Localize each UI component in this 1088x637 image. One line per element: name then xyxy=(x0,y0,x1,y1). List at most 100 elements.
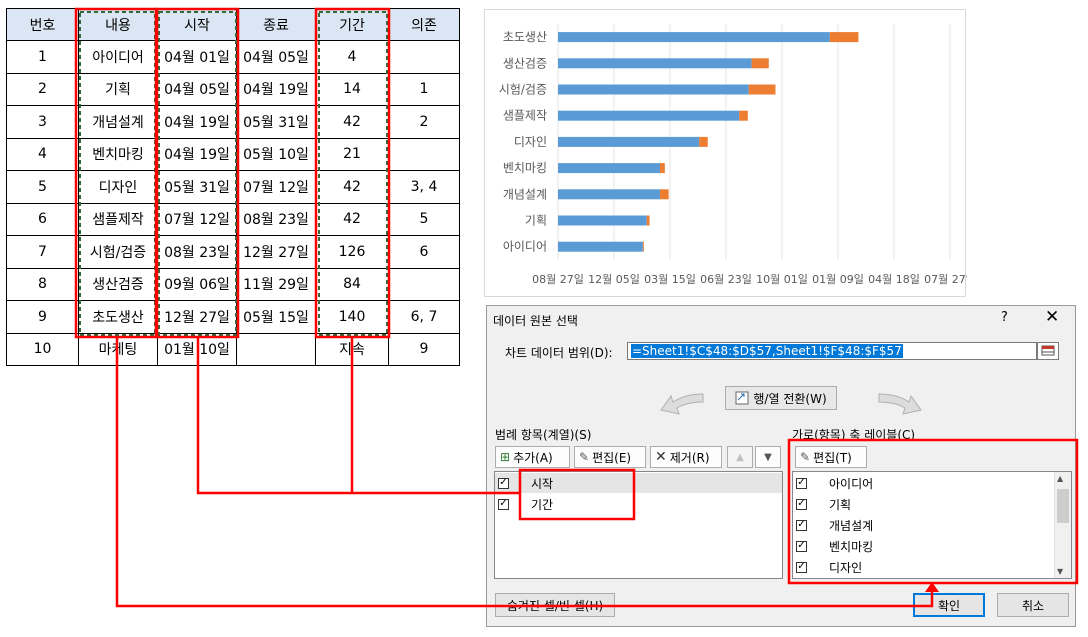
hidden-empty-cells-button[interactable]: 숨겨진 셀/빈 셀(H) xyxy=(495,593,615,617)
cancel-button[interactable]: 취소 xyxy=(997,593,1069,617)
remove-series-button[interactable]: ✕ 제거(R) xyxy=(650,446,722,468)
cell-duration[interactable]: 42 xyxy=(315,105,389,139)
cell-end[interactable]: 05월 15일 xyxy=(236,300,316,334)
bar-duration-segment[interactable] xyxy=(829,32,859,43)
cell-start[interactable]: 04월 05일 xyxy=(157,72,237,106)
cell-end[interactable]: 12월 27일 xyxy=(236,235,316,269)
legend-item[interactable]: ✓ 기간 xyxy=(495,494,782,514)
bar-start-segment[interactable] xyxy=(558,32,830,43)
cell-dependency[interactable]: 5 xyxy=(388,202,460,236)
bar-duration-segment[interactable] xyxy=(660,163,665,174)
cell-dependency[interactable]: 6, 7 xyxy=(388,300,460,334)
add-series-button[interactable]: ⊞ 추가(A) xyxy=(495,446,570,468)
cell-end[interactable]: 05월 10일 xyxy=(236,137,316,171)
cell-start[interactable]: 07월 12일 xyxy=(157,202,237,236)
range-picker-button[interactable] xyxy=(1037,342,1059,360)
header-cell-end[interactable]: 종료 xyxy=(236,8,316,41)
checkbox-checked[interactable]: ✓ xyxy=(796,540,807,552)
chart-data-range-input[interactable]: =Sheet1!$C$48:$D$57,Sheet1!$F$48:$F$57 xyxy=(627,342,1037,360)
axis-label-item[interactable]: ✓ 아이디어 xyxy=(793,473,1055,493)
bar-start-segment[interactable] xyxy=(558,241,643,252)
cell-dependency[interactable]: 1 xyxy=(388,72,460,106)
cell-end[interactable] xyxy=(236,332,316,366)
checkbox-checked[interactable]: ✓ xyxy=(498,477,509,489)
cell-content[interactable]: 기획 xyxy=(78,72,158,106)
bar-start-segment[interactable] xyxy=(558,189,661,200)
bar-duration-segment[interactable] xyxy=(751,58,769,69)
axis-label-item[interactable]: ✓ 기획 xyxy=(793,494,1055,514)
ok-button[interactable]: 확인 xyxy=(913,593,985,617)
bar-duration-segment[interactable] xyxy=(739,110,748,121)
cell-no[interactable]: 7 xyxy=(6,235,79,269)
move-down-button[interactable]: ▼ xyxy=(755,446,781,468)
bar-start-segment[interactable] xyxy=(558,136,700,147)
checkbox-checked[interactable]: ✓ xyxy=(796,477,807,489)
checkbox-checked[interactable]: ✓ xyxy=(796,561,807,573)
cell-end[interactable]: 04월 05일 xyxy=(236,40,316,74)
bar-start-segment[interactable] xyxy=(558,110,740,121)
cell-no[interactable]: 9 xyxy=(6,300,79,334)
cell-content[interactable]: 샘플제작 xyxy=(78,202,158,236)
cell-content[interactable]: 디자인 xyxy=(78,170,158,204)
switch-row-column-button[interactable]: 행/열 전환(W) xyxy=(725,386,837,410)
cell-content[interactable]: 벤치마킹 xyxy=(78,137,158,171)
cell-end[interactable]: 07월 12일 xyxy=(236,170,316,204)
cell-dependency[interactable] xyxy=(388,40,460,74)
help-button[interactable]: ? xyxy=(1001,310,1008,325)
bar-start-segment[interactable] xyxy=(558,84,749,95)
header-cell-start[interactable]: 시작 xyxy=(157,8,237,41)
edit-axis-labels-button[interactable]: ✎ 편집(T) xyxy=(795,446,867,468)
cell-duration[interactable]: 84 xyxy=(315,267,389,301)
cell-no[interactable]: 4 xyxy=(6,137,79,171)
cell-no[interactable]: 1 xyxy=(6,40,79,74)
cell-no[interactable]: 8 xyxy=(6,267,79,301)
gantt-chart[interactable]: 08월 27일 12월 05일 03월 15일 06월 23일 10월 01일 01월 0… xyxy=(484,9,967,297)
bar-start-segment[interactable] xyxy=(558,58,752,69)
axis-label-item[interactable]: ✓ 벤치마킹 xyxy=(793,536,1055,556)
axis-labels-list[interactable]: ✓ 아이디어 ✓ 기획 ✓ 개념설계 ✓ 벤치마킹 ✓ 디자인 ▲ ▼ xyxy=(792,471,1072,579)
bar-duration-segment[interactable] xyxy=(646,215,650,226)
scroll-thumb[interactable] xyxy=(1057,489,1069,523)
legend-item[interactable]: ✓ 시작 xyxy=(495,473,782,493)
checkbox-checked[interactable]: ✓ xyxy=(498,498,509,510)
cell-start[interactable]: 12월 27일 xyxy=(157,300,237,334)
bar-start-segment[interactable] xyxy=(558,215,647,226)
header-cell-duration[interactable]: 기간 xyxy=(315,8,389,41)
bar-duration-segment[interactable] xyxy=(660,189,669,200)
cell-duration[interactable]: 42 xyxy=(315,202,389,236)
cell-dependency[interactable] xyxy=(388,267,460,301)
close-button[interactable]: ✕ xyxy=(1045,307,1059,327)
cell-dependency[interactable]: 6 xyxy=(388,235,460,269)
cell-no[interactable]: 10 xyxy=(6,332,79,366)
bar-duration-segment[interactable] xyxy=(748,84,776,95)
cell-no[interactable]: 6 xyxy=(6,202,79,236)
cell-content[interactable]: 시험/검증 xyxy=(78,235,158,269)
scrollbar[interactable]: ▲ ▼ xyxy=(1054,472,1071,578)
cell-no[interactable]: 3 xyxy=(6,105,79,139)
cell-dependency[interactable]: 2 xyxy=(388,105,460,139)
cell-content[interactable]: 개념설계 xyxy=(78,105,158,139)
header-cell-dependency[interactable]: 의존 xyxy=(388,8,460,41)
cell-duration[interactable]: 126 xyxy=(315,235,389,269)
cell-end[interactable]: 08월 23일 xyxy=(236,202,316,236)
scroll-up-icon[interactable]: ▲ xyxy=(1057,474,1063,483)
cell-start[interactable]: 08월 23일 xyxy=(157,235,237,269)
cell-start[interactable]: 04월 01일 xyxy=(157,40,237,74)
axis-label-item[interactable]: ✓ 개념설계 xyxy=(793,515,1055,535)
cell-duration[interactable]: 14 xyxy=(315,72,389,106)
cell-content[interactable]: 마케팅 xyxy=(78,332,158,366)
cell-duration[interactable]: 4 xyxy=(315,40,389,74)
cell-dependency[interactable] xyxy=(388,137,460,171)
cell-start[interactable]: 01월 10일 xyxy=(157,332,237,366)
cell-content[interactable]: 아이디어 xyxy=(78,40,158,74)
bar-duration-segment[interactable] xyxy=(699,136,708,147)
bar-start-segment[interactable] xyxy=(558,163,661,174)
header-cell-no[interactable]: 번호 xyxy=(6,8,79,41)
select-data-source-dialog[interactable]: 데이터 원본 선택 ? ✕ 차트 데이터 범위(D): =Sheet1!$C$4… xyxy=(486,305,1076,627)
cell-start[interactable]: 09월 06일 xyxy=(157,267,237,301)
cell-end[interactable]: 04월 19일 xyxy=(236,72,316,106)
legend-entries-list[interactable]: ✓ 시작 ✓ 기간 xyxy=(494,471,783,579)
checkbox-checked[interactable]: ✓ xyxy=(796,498,807,510)
cell-duration[interactable]: 42 xyxy=(315,170,389,204)
cell-end[interactable]: 11월 29일 xyxy=(236,267,316,301)
